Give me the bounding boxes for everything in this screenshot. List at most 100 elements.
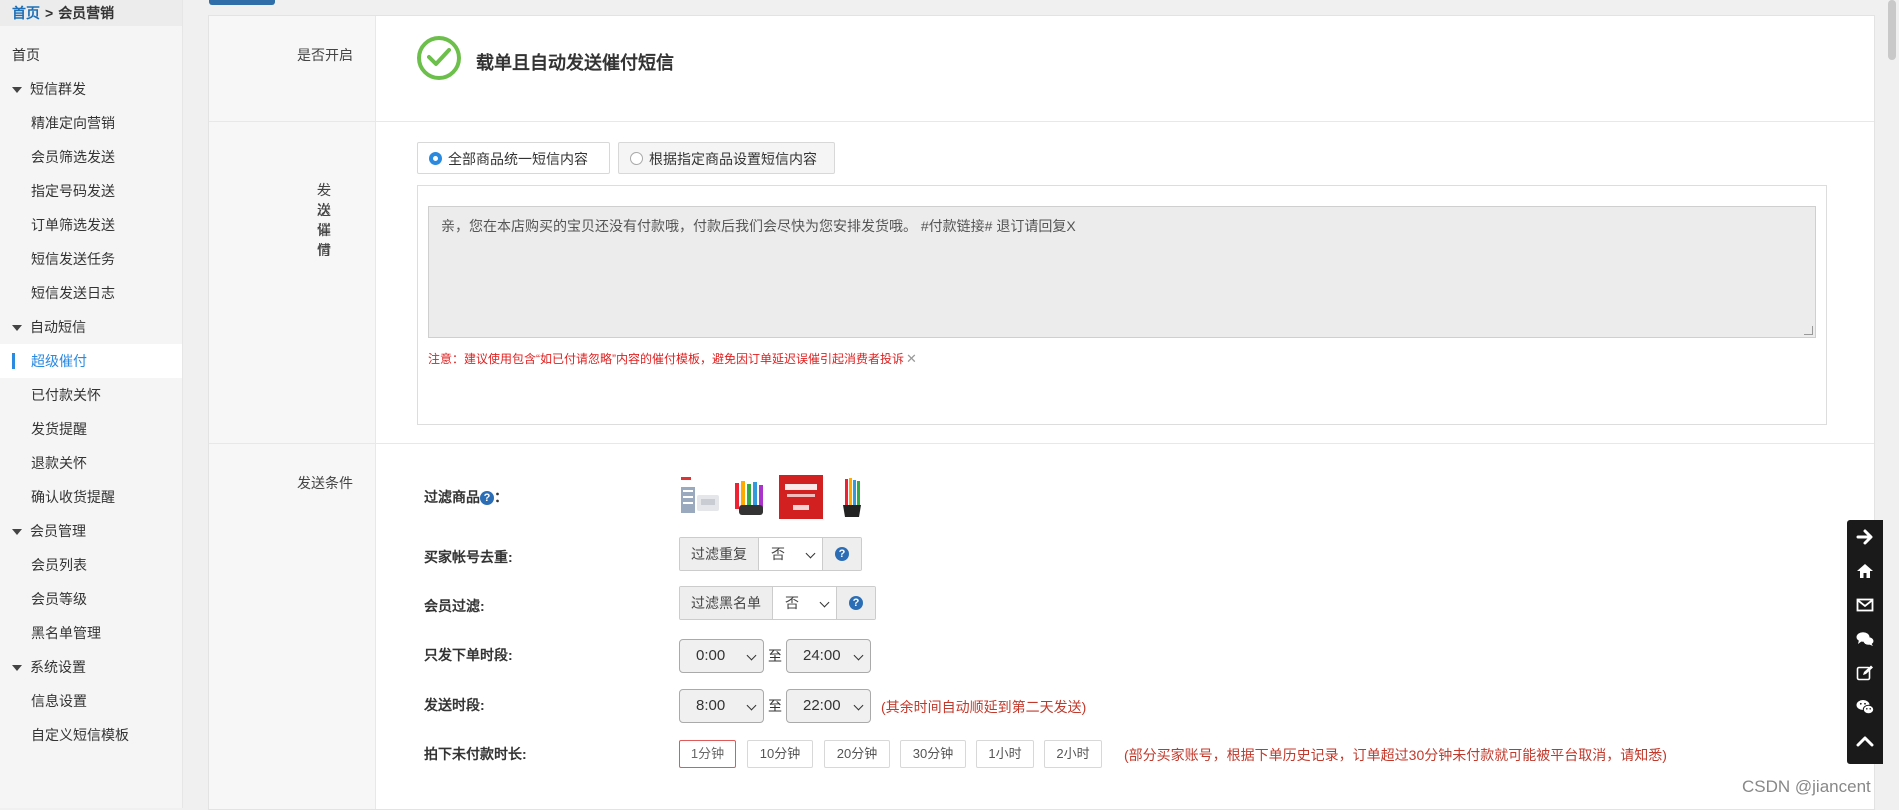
home-icon[interactable] <box>1847 554 1883 588</box>
sidebar-item-sms-log[interactable]: 短信发送日志 <box>0 276 182 310</box>
breadcrumb-current: 会员营销 <box>58 5 115 21</box>
duration-option-2h[interactable]: 2小时 <box>1044 740 1102 768</box>
sidebar-item-number-send[interactable]: 指定号码发送 <box>0 174 182 208</box>
envelope-icon[interactable] <box>1847 588 1883 622</box>
arrow-right-icon[interactable] <box>1847 520 1883 554</box>
top-action-button[interactable] <box>209 0 275 5</box>
edit-icon[interactable] <box>1847 656 1883 690</box>
chevron-down-icon <box>746 700 757 711</box>
sidebar-item-shipping-reminder[interactable]: 发货提醒 <box>0 412 182 446</box>
sms-content-text: 亲，您在本店购买的宝贝还没有付款哦，付款后我们会尽快为您安排发货哦。 #付款链接… <box>441 218 1076 234</box>
sidebar-item-label: 指定号码发送 <box>31 183 115 199</box>
dedupe-select[interactable]: 否 <box>759 538 823 570</box>
sidebar-group-auto-sms[interactable]: 自动短信 <box>0 310 182 344</box>
member-filter-help-button[interactable]: ? <box>837 587 875 619</box>
sidebar-group-system-settings[interactable]: 系统设置 <box>0 650 182 684</box>
product-thumbnail[interactable] <box>679 475 723 519</box>
chevron-up-icon[interactable] <box>1847 724 1883 758</box>
filter-products-suffix: ： <box>494 489 508 505</box>
watermark: CSDN @jiancent <box>1742 777 1871 796</box>
sidebar-group-member-management[interactable]: 会员管理 <box>0 514 182 548</box>
dedupe-help-button[interactable]: ? <box>823 538 861 570</box>
product-thumbnail[interactable] <box>729 475 773 519</box>
duration-option-10min[interactable]: 10分钟 <box>747 740 813 768</box>
settings-panel: 是否开启 载单且自动发送催付短信 一次催付 发送详情 全部商品统一短信内容 根据指… <box>208 15 1875 810</box>
sidebar-item-home[interactable]: 首页 <box>0 38 182 72</box>
send-time-from-select[interactable]: 8:00 <box>679 689 764 723</box>
sidebar-item-super-reminder[interactable]: 超级催付 <box>0 344 182 378</box>
member-filter-addon: 过滤黑名单 <box>680 587 773 619</box>
unpaid-duration-hint: (部分买家账号，根据下单历史记录，订单超过30分钟未付款就可能被平台取消，请知悉… <box>1124 747 1667 763</box>
sidebar: 首页 > 会员营销 首页 短信群发 精准定向营销 会员筛选发送 指定号码发送 订单筛… <box>0 0 183 808</box>
send-time-hint: (其余时间自动顺延到第二天发送) <box>881 699 1087 715</box>
sidebar-item-label: 短信发送日志 <box>31 285 115 301</box>
sidebar-item-member-filter-send[interactable]: 会员筛选发送 <box>0 140 182 174</box>
order-time-to-select[interactable]: 24:00 <box>786 639 871 673</box>
help-icon: ? <box>849 596 863 610</box>
order-time-from-value: 0:00 <box>696 647 726 664</box>
breadcrumb-separator: > <box>45 5 54 21</box>
sidebar-item-precise-marketing[interactable]: 精准定向营销 <box>0 106 182 140</box>
help-icon[interactable]: ? <box>480 491 494 505</box>
radio-all-products[interactable]: 全部商品统一短信内容 <box>417 142 610 174</box>
comments-icon[interactable] <box>1847 622 1883 656</box>
sidebar-group-sms-broadcast[interactable]: 短信群发 <box>0 72 182 106</box>
notice-text: 注意：建议使用包含“如已付请忽略”内容的催付模板，避免因订单延迟误催引起消费者投… <box>428 352 904 366</box>
radio-dot-icon <box>630 152 643 165</box>
sidebar-item-refund-care[interactable]: 退款关怀 <box>0 446 182 480</box>
scrollbar-thumb[interactable] <box>1888 0 1896 60</box>
row-label-cell: 一次催付 发送详情 <box>209 122 376 443</box>
sidebar-item-custom-templates[interactable]: 自定义短信模板 <box>0 718 182 752</box>
sidebar-item-member-level[interactable]: 会员等级 <box>0 582 182 616</box>
sidebar-item-label: 确认收货提醒 <box>31 489 115 505</box>
breadcrumb-home-link[interactable]: 首页 <box>12 5 40 21</box>
row-label-cell: 是否开启 <box>209 16 376 121</box>
member-filter-select[interactable]: 否 <box>773 587 837 619</box>
enable-row: 是否开启 载单且自动发送催付短信 <box>209 16 1874 122</box>
member-filter-select-value: 否 <box>785 595 799 611</box>
sidebar-item-order-filter-send[interactable]: 订单筛选发送 <box>0 208 182 242</box>
sidebar-item-sms-tasks[interactable]: 短信发送任务 <box>0 242 182 276</box>
order-time-label: 只发下单时段: <box>424 647 513 663</box>
sidebar-item-info-settings[interactable]: 信息设置 <box>0 684 182 718</box>
chevron-down-icon <box>819 597 830 608</box>
enable-title: 载单且自动发送催付短信 <box>476 53 674 73</box>
sidebar-item-label: 短信发送任务 <box>31 251 115 267</box>
sidebar-item-member-list[interactable]: 会员列表 <box>0 548 182 582</box>
unpaid-duration-label: 拍下未付款时长: <box>424 746 527 762</box>
product-thumbnail[interactable] <box>779 475 823 519</box>
enable-check-icon[interactable] <box>417 36 461 80</box>
send-time-from-value: 8:00 <box>696 697 726 714</box>
product-thumbnail[interactable] <box>829 475 873 519</box>
sidebar-item-paid-care[interactable]: 已付款关怀 <box>0 378 182 412</box>
send-time-to-select[interactable]: 22:00 <box>786 689 871 723</box>
radio-specific-products[interactable]: 根据指定商品设置短信内容 <box>618 142 835 174</box>
duration-option-1min[interactable]: 1分钟 <box>679 740 736 768</box>
detail-row: 一次催付 发送详情 全部商品统一短信内容 根据指定商品设置短信内容 亲，您在本店购… <box>209 122 1874 444</box>
sidebar-item-label: 信息设置 <box>31 693 87 709</box>
page-scrollbar[interactable] <box>1885 0 1899 808</box>
sidebar-item-receipt-reminder[interactable]: 确认收货提醒 <box>0 480 182 514</box>
caret-down-icon <box>12 665 22 671</box>
sms-content-box: 亲，您在本店购买的宝贝还没有付款哦，付款后我们会尽快为您安排发货哦。 #付款链接… <box>417 185 1827 425</box>
floating-toolbar <box>1847 520 1883 764</box>
sidebar-scrollbar[interactable] <box>182 0 197 808</box>
sms-content-textarea[interactable]: 亲，您在本店购买的宝贝还没有付款哦，付款后我们会尽快为您安排发货哦。 #付款链接… <box>428 206 1816 338</box>
sidebar-item-blacklist[interactable]: 黑名单管理 <box>0 616 182 650</box>
order-time-from-select[interactable]: 0:00 <box>679 639 764 673</box>
wechat-icon[interactable] <box>1847 690 1883 724</box>
caret-down-icon <box>12 529 22 535</box>
close-icon[interactable]: ✕ <box>906 351 917 366</box>
caret-down-icon <box>12 87 22 93</box>
sidebar-item-label: 已付款关怀 <box>31 387 101 403</box>
resize-grip-icon[interactable] <box>1804 326 1813 335</box>
chevron-down-icon <box>746 650 757 661</box>
member-filter-label: 会员过滤: <box>424 598 485 614</box>
filter-products-label: 过滤商品?： <box>424 487 508 507</box>
help-icon: ? <box>835 547 849 561</box>
dedupe-select-value: 否 <box>771 546 785 562</box>
duration-option-20min[interactable]: 20分钟 <box>824 740 890 768</box>
duration-option-1h[interactable]: 1小时 <box>976 740 1034 768</box>
chevron-down-icon <box>853 700 864 711</box>
duration-option-30min[interactable]: 30分钟 <box>900 740 966 768</box>
